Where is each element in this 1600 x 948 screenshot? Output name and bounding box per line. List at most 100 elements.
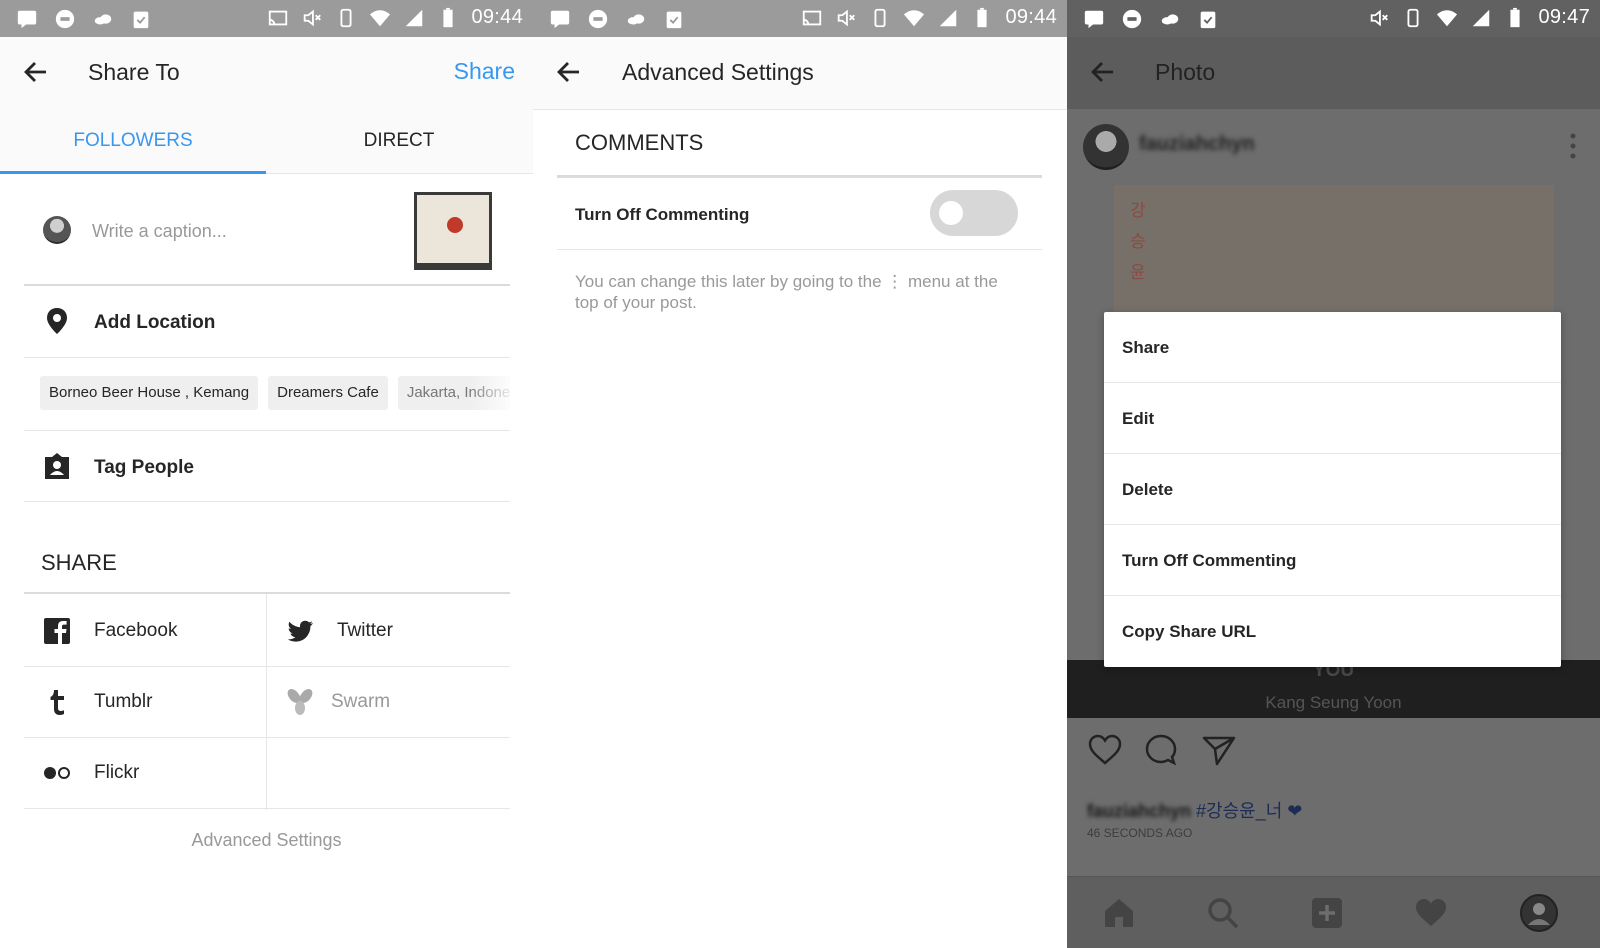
share-section-title: SHARE bbox=[41, 550, 117, 575]
swarm-icon bbox=[287, 689, 313, 715]
flickr-icon bbox=[44, 767, 70, 779]
back-arrow-icon[interactable] bbox=[1087, 56, 1119, 88]
mute-icon bbox=[838, 9, 856, 26]
tab-followers[interactable]: FOLLOWERS bbox=[0, 109, 266, 174]
back-arrow-icon[interactable] bbox=[20, 56, 52, 88]
tumblr-icon bbox=[50, 690, 64, 715]
share-button[interactable]: Share bbox=[454, 58, 515, 85]
new-post-icon[interactable] bbox=[1309, 895, 1345, 931]
share-target-label: Flickr bbox=[94, 762, 140, 783]
location-suggestions: Borneo Beer House , Kemang Dreamers Cafe J… bbox=[40, 376, 510, 416]
cloud-icon bbox=[1161, 14, 1179, 25]
post-username[interactable]: fauziahchyn bbox=[1139, 133, 1255, 156]
caption-hashtag[interactable]: #강승윤_너 ❤ bbox=[1196, 801, 1302, 821]
commenting-toggle[interactable] bbox=[930, 190, 1018, 236]
activity-heart-icon[interactable] bbox=[1413, 895, 1449, 931]
wifi-icon bbox=[370, 9, 391, 26]
album-cover: 강 승 윤 bbox=[1114, 185, 1554, 313]
post-options-menu: Share Edit Delete Turn Off Commenting Co… bbox=[1104, 312, 1561, 667]
toggle-knob bbox=[939, 201, 963, 225]
divider bbox=[266, 594, 267, 810]
menu-item-edit[interactable]: Edit bbox=[1104, 383, 1561, 454]
add-location-label: Add Location bbox=[94, 312, 216, 333]
signal-icon bbox=[1473, 9, 1490, 26]
photo-thumbnail bbox=[414, 192, 492, 270]
signal-icon bbox=[940, 9, 957, 26]
share-target-label: Swarm bbox=[331, 691, 391, 712]
divider bbox=[24, 592, 510, 594]
caption-row: Write a caption... bbox=[24, 174, 510, 286]
caption-input[interactable]: Write a caption... bbox=[92, 221, 227, 242]
search-icon[interactable] bbox=[1205, 895, 1241, 931]
uber-icon bbox=[588, 9, 608, 29]
status-time: 09:47 bbox=[1538, 6, 1590, 28]
clipboard-check-icon bbox=[666, 11, 682, 29]
notification-icons bbox=[16, 8, 152, 30]
tag-people-row[interactable]: Tag People bbox=[24, 430, 510, 502]
twitter-icon bbox=[287, 620, 313, 642]
battery-icon bbox=[443, 7, 454, 27]
tab-direct[interactable]: DIRECT bbox=[266, 109, 532, 174]
caption-username[interactable]: fauziahchyn bbox=[1087, 801, 1191, 821]
advanced-settings-link[interactable]: Advanced Settings bbox=[0, 830, 533, 851]
location-chip[interactable]: Dreamers Cafe bbox=[268, 376, 388, 410]
profile-avatar-icon[interactable] bbox=[1519, 893, 1559, 933]
bbm-icon bbox=[1084, 10, 1104, 29]
battery-icon bbox=[1510, 7, 1521, 27]
share-target-label: Facebook bbox=[94, 620, 178, 641]
menu-item-share[interactable]: Share bbox=[1104, 312, 1561, 383]
menu-item-turn-off-commenting[interactable]: Turn Off Commenting bbox=[1104, 525, 1561, 596]
share-tabs: FOLLOWERS DIRECT bbox=[0, 109, 533, 174]
like-heart-icon[interactable] bbox=[1087, 732, 1123, 768]
vibrate-icon bbox=[340, 8, 352, 27]
uber-icon bbox=[55, 9, 75, 29]
home-icon[interactable] bbox=[1101, 895, 1137, 931]
turn-off-commenting-row: Turn Off Commenting bbox=[557, 178, 1042, 250]
add-location-row[interactable]: Add Location bbox=[24, 286, 510, 358]
send-direct-icon[interactable] bbox=[1201, 732, 1237, 768]
album-artist: Kang Seung Yoon bbox=[1265, 693, 1402, 712]
album-korean-title: 강 승 윤 bbox=[1130, 201, 1146, 282]
menu-item-delete[interactable]: Delete bbox=[1104, 454, 1561, 525]
post-actions: fauziahchyn #강승윤_너 ❤ 46 SECONDS AGO bbox=[1067, 718, 1600, 858]
cast-icon bbox=[269, 10, 288, 25]
share-tumblr[interactable]: Tumblr bbox=[24, 667, 266, 738]
location-pin-icon bbox=[47, 308, 67, 334]
page-title: Advanced Settings bbox=[622, 59, 814, 85]
status-time: 09:44 bbox=[1005, 6, 1057, 28]
notification-icons bbox=[549, 8, 685, 30]
uber-icon bbox=[1122, 9, 1142, 29]
wifi-icon bbox=[1437, 9, 1458, 26]
wifi-icon bbox=[904, 9, 925, 26]
toggle-label: Turn Off Commenting bbox=[575, 205, 750, 224]
tag-people-label: Tag People bbox=[94, 457, 194, 478]
battery-icon bbox=[977, 7, 988, 27]
share-flickr[interactable]: Flickr bbox=[24, 738, 266, 809]
share-header: Share To Share bbox=[0, 37, 533, 109]
back-arrow-icon[interactable] bbox=[553, 56, 585, 88]
status-bar: 09:47 bbox=[1067, 0, 1600, 37]
comments-section-title: COMMENTS bbox=[575, 130, 704, 155]
avatar[interactable] bbox=[1083, 124, 1129, 170]
location-chip[interactable]: Jakarta, Indonesia bbox=[397, 376, 510, 410]
tag-person-icon bbox=[45, 453, 69, 479]
photo-screen: 09:47 Photo fauziahchyn 강 승 윤 YOU Kang S… bbox=[1067, 0, 1600, 948]
advanced-settings-screen: 09:44 Advanced Settings COMMENTS Turn Of… bbox=[533, 0, 1067, 948]
share-facebook[interactable]: Facebook bbox=[24, 596, 266, 667]
location-chip[interactable]: Borneo Beer House , Kemang bbox=[40, 376, 259, 410]
share-twitter[interactable]: Twitter bbox=[267, 596, 510, 667]
bottom-tab-bar bbox=[1067, 876, 1600, 948]
bbm-icon bbox=[17, 10, 37, 29]
status-time: 09:44 bbox=[471, 6, 523, 28]
system-icons: 09:44 bbox=[267, 6, 523, 29]
status-bar: 09:44 bbox=[0, 0, 533, 37]
comment-icon[interactable] bbox=[1143, 732, 1179, 768]
page-title: Share To bbox=[88, 59, 180, 85]
system-icons: 09:47 bbox=[1368, 6, 1590, 29]
menu-item-copy-share-url[interactable]: Copy Share URL bbox=[1104, 596, 1561, 667]
more-options-icon[interactable] bbox=[1570, 133, 1576, 159]
clipboard-check-icon bbox=[133, 11, 149, 29]
facebook-icon bbox=[44, 618, 70, 644]
page-title: Photo bbox=[1155, 59, 1216, 85]
clipboard-check-icon bbox=[1200, 11, 1216, 29]
